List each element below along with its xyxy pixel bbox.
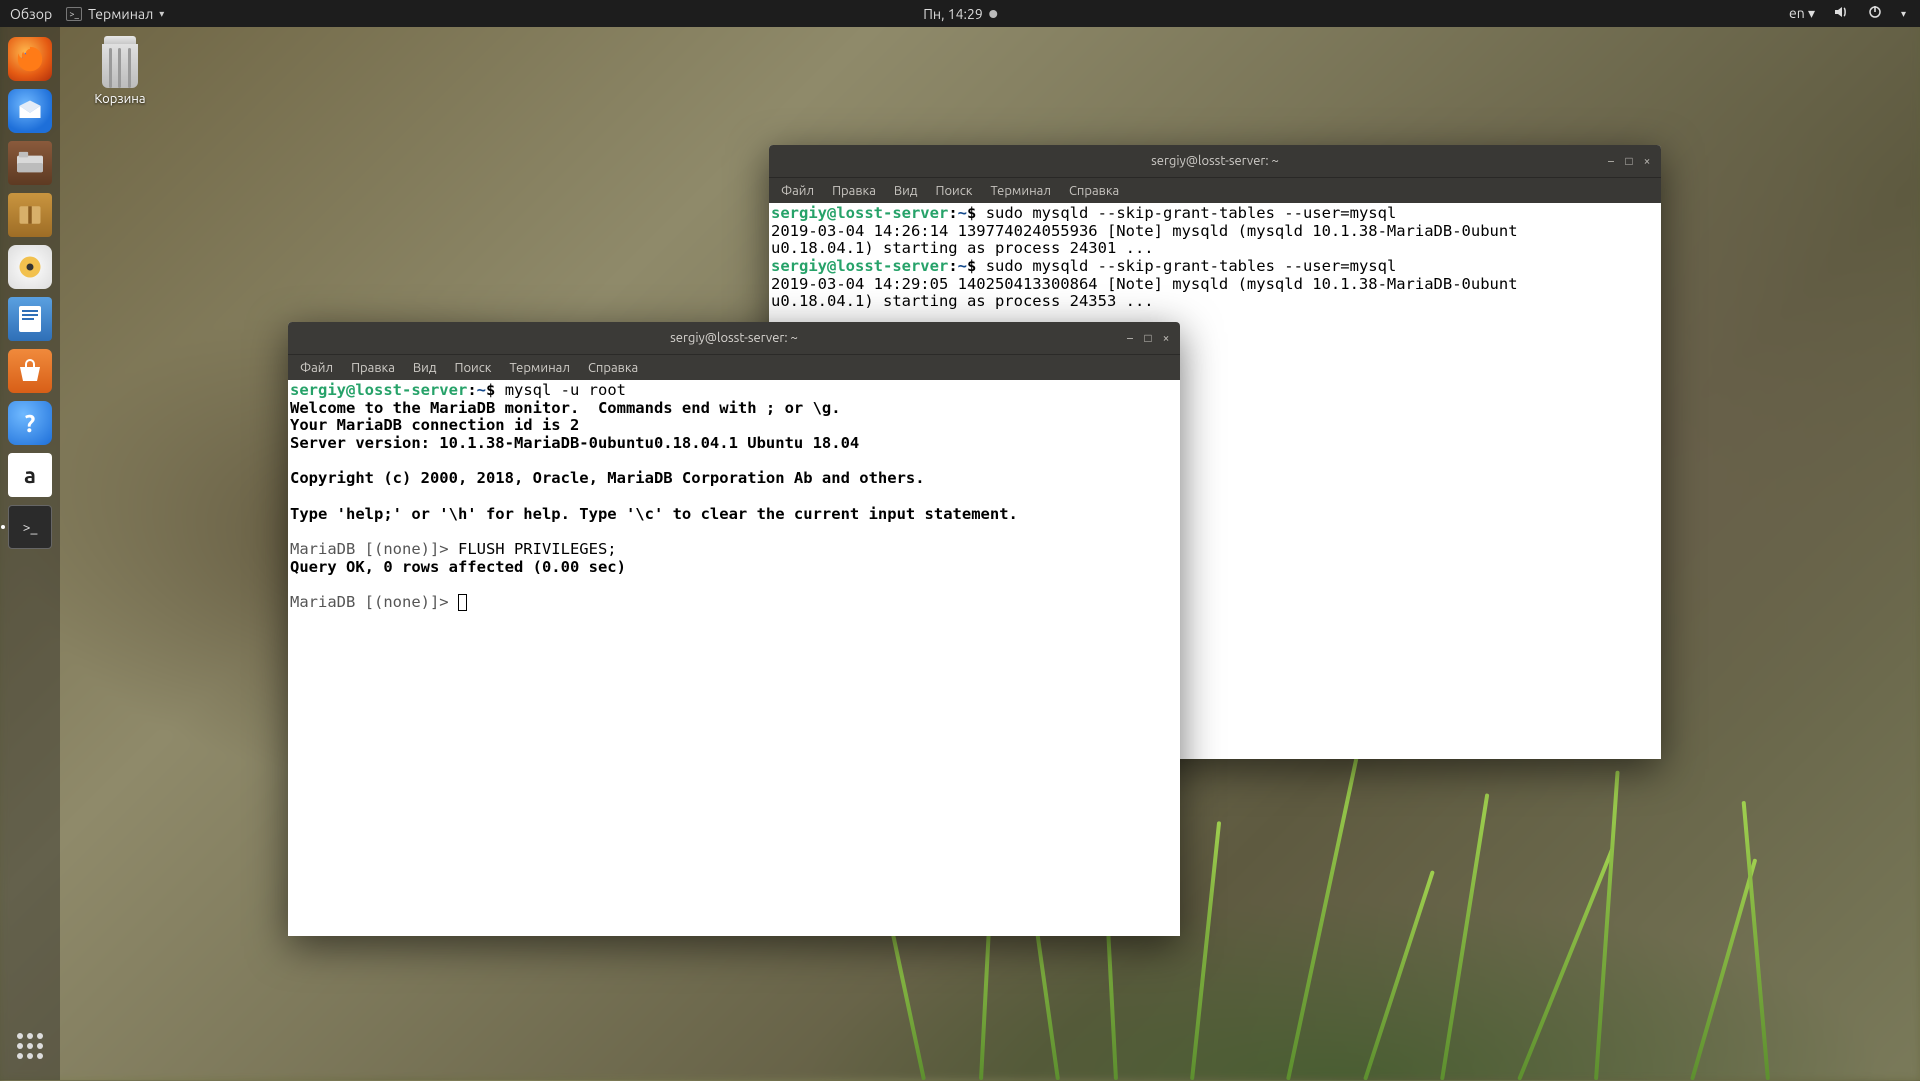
menu-edit[interactable]: Правка — [351, 361, 395, 375]
dock-help[interactable]: ? — [8, 401, 52, 445]
desktop-trash-label: Корзина — [80, 92, 160, 106]
menu-terminal[interactable]: Терминал — [509, 361, 569, 375]
menu-help[interactable]: Справка — [1069, 184, 1119, 198]
trash-icon — [98, 36, 142, 88]
terminal-window-front[interactable]: sergiy@losst-server: ~ – □ × Файл Правка… — [288, 322, 1180, 936]
menu-edit[interactable]: Правка — [832, 184, 876, 198]
dock-files[interactable] — [8, 141, 52, 185]
titlebar[interactable]: sergiy@losst-server: ~ – □ × — [288, 322, 1180, 354]
menu-file[interactable]: Файл — [781, 184, 814, 198]
volume-icon[interactable] — [1833, 4, 1849, 23]
window-title: sergiy@losst-server: ~ — [1151, 154, 1279, 168]
menu-terminal[interactable]: Терминал — [990, 184, 1050, 198]
menu-search[interactable]: Поиск — [454, 361, 491, 375]
system-menu-chevron-icon[interactable]: ▾ — [1901, 8, 1906, 20]
dock-archive[interactable] — [8, 193, 52, 237]
dock-software[interactable] — [8, 349, 52, 393]
dock-rhythmbox[interactable] — [8, 245, 52, 289]
terminal-icon: >_ — [66, 7, 82, 21]
menu-help[interactable]: Справка — [588, 361, 638, 375]
close-button[interactable]: × — [1158, 330, 1174, 346]
close-button[interactable]: × — [1639, 153, 1655, 169]
dock-firefox[interactable] — [8, 37, 52, 81]
clock-label: Пн, 14:29 — [923, 6, 983, 22]
minimize-button[interactable]: – — [1122, 330, 1138, 346]
desktop-trash[interactable]: Корзина — [80, 36, 160, 106]
app-menu[interactable]: >_ Терминал ▾ — [66, 6, 164, 22]
dock-terminal[interactable]: >_ — [8, 505, 52, 549]
window-title: sergiy@losst-server: ~ — [670, 331, 798, 345]
top-bar: Обзор >_ Терминал ▾ Пн, 14:29 en ▾ ▾ — [0, 0, 1920, 27]
app-menu-label: Терминал — [88, 6, 153, 22]
dock-amazon[interactable]: a — [8, 453, 52, 497]
menu-search[interactable]: Поиск — [935, 184, 972, 198]
terminal-output[interactable]: sergiy@losst-server:~$ mysql -u root Wel… — [288, 380, 1180, 936]
menu-file[interactable]: Файл — [300, 361, 333, 375]
menubar: Файл Правка Вид Поиск Терминал Справка — [769, 177, 1661, 203]
menu-view[interactable]: Вид — [413, 361, 437, 375]
notification-dot-icon — [989, 10, 997, 18]
maximize-button[interactable]: □ — [1140, 330, 1156, 346]
cursor-icon — [458, 594, 467, 611]
show-applications-button[interactable] — [8, 1024, 52, 1068]
activities-button[interactable]: Обзор — [10, 6, 52, 22]
maximize-button[interactable]: □ — [1621, 153, 1637, 169]
keyboard-layout[interactable]: en ▾ — [1789, 5, 1815, 22]
minimize-button[interactable]: – — [1603, 153, 1619, 169]
menubar: Файл Правка Вид Поиск Терминал Справка — [288, 354, 1180, 380]
power-icon[interactable] — [1867, 4, 1883, 23]
menu-view[interactable]: Вид — [894, 184, 918, 198]
clock[interactable]: Пн, 14:29 — [923, 6, 997, 22]
chevron-down-icon: ▾ — [159, 8, 164, 20]
dock-writer[interactable] — [8, 297, 52, 341]
dock-thunderbird[interactable] — [8, 89, 52, 133]
dock: ? a >_ — [0, 27, 60, 1080]
titlebar[interactable]: sergiy@losst-server: ~ – □ × — [769, 145, 1661, 177]
